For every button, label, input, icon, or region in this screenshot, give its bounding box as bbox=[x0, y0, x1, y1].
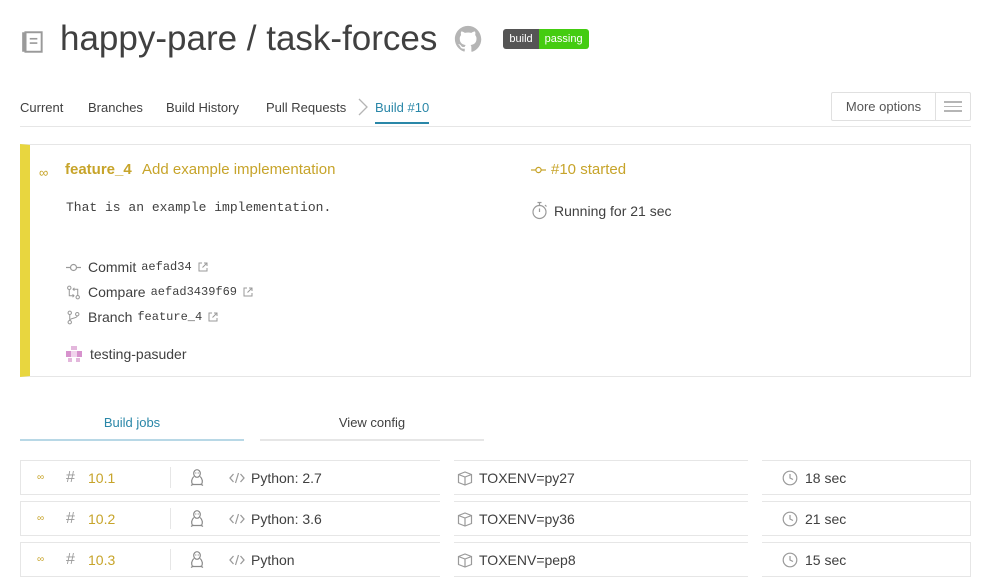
job-state-icon: ∞ bbox=[37, 472, 45, 483]
chevron-right-icon bbox=[358, 98, 368, 116]
compare-hash-link[interactable]: aefad3439f69 bbox=[151, 285, 237, 299]
build-status: #10 started bbox=[531, 161, 626, 178]
tab-build-jobs[interactable]: Build jobs bbox=[20, 408, 244, 441]
build-status-badge[interactable]: build passing bbox=[503, 29, 589, 49]
commit-hash-link[interactable]: aefad34 bbox=[141, 260, 191, 274]
job-env: TOXENV=py27 bbox=[479, 469, 575, 486]
job-state-icon: ∞ bbox=[37, 554, 45, 565]
job-duration: 21 sec bbox=[805, 510, 847, 527]
package-icon bbox=[457, 471, 473, 486]
job-number[interactable]: 10.1 bbox=[88, 461, 115, 494]
branch-icon bbox=[67, 310, 80, 324]
branch-row: Branch feature_4 bbox=[66, 309, 218, 325]
tab-pull-requests[interactable]: Pull Requests bbox=[266, 100, 346, 115]
commit-row: Commit aefad34 bbox=[66, 259, 208, 275]
job-number[interactable]: 10.3 bbox=[88, 543, 115, 576]
external-link-icon[interactable] bbox=[198, 262, 208, 272]
job-row[interactable]: ∞ # 10.3 Python TOXENV=pep8 15 sec bbox=[20, 542, 971, 577]
build-duration: Running for 21 sec bbox=[531, 201, 672, 220]
repo-tabs: Current Branches Build History Pull Requ… bbox=[20, 92, 971, 127]
job-env: TOXENV=py36 bbox=[479, 510, 575, 527]
job-language: Python: 3.6 bbox=[251, 510, 322, 527]
tab-build-history[interactable]: Build History bbox=[166, 100, 239, 115]
tab-build[interactable]: Build #10 bbox=[375, 100, 430, 124]
branch-link[interactable]: feature_4 bbox=[137, 310, 202, 324]
clock-icon bbox=[782, 511, 798, 527]
job-language: Python: 2.7 bbox=[251, 469, 322, 486]
github-icon[interactable] bbox=[453, 24, 483, 54]
commit-icon bbox=[531, 166, 546, 173]
tab-view-config[interactable]: View config bbox=[260, 408, 484, 441]
menu-icon[interactable] bbox=[936, 93, 970, 120]
job-row[interactable]: ∞ # 10.1 Python: 2.7 TOXENV=py27 18 sec bbox=[20, 460, 971, 495]
build-summary-card: ∞ feature_4 Add example implementation T… bbox=[20, 144, 971, 377]
external-link-icon[interactable] bbox=[243, 287, 253, 297]
code-icon bbox=[229, 472, 245, 484]
branch-name[interactable]: feature_4 bbox=[65, 161, 132, 178]
tab-branches[interactable]: Branches bbox=[88, 100, 143, 115]
badge-label: build bbox=[503, 29, 539, 49]
hash-icon: # bbox=[66, 468, 75, 486]
repo-title[interactable]: happy-pare / task-forces bbox=[60, 19, 437, 59]
build-duration-text: Running for 21 sec bbox=[554, 202, 672, 219]
badge-status: passing bbox=[538, 29, 589, 49]
tab-current[interactable]: Current bbox=[20, 100, 63, 115]
job-duration: 18 sec bbox=[805, 469, 847, 486]
repo-header: happy-pare / task-forces build passing bbox=[20, 14, 589, 64]
linux-icon bbox=[190, 510, 204, 528]
author: testing-pasuder bbox=[66, 346, 187, 362]
code-icon bbox=[229, 513, 245, 525]
job-language: Python bbox=[251, 551, 295, 568]
more-options-button[interactable]: More options bbox=[831, 92, 971, 121]
linux-icon bbox=[190, 469, 204, 487]
build-status-text[interactable]: #10 started bbox=[551, 161, 626, 178]
clock-icon bbox=[782, 470, 798, 486]
hash-icon: # bbox=[66, 509, 75, 527]
job-duration: 15 sec bbox=[805, 551, 847, 568]
avatar bbox=[66, 346, 82, 362]
job-row[interactable]: ∞ # 10.2 Python: 3.6 TOXENV=py36 21 sec bbox=[20, 501, 971, 536]
hash-icon: # bbox=[66, 550, 75, 568]
commit-message: That is an example implementation. bbox=[66, 200, 332, 215]
commit-label: Commit bbox=[88, 259, 137, 275]
job-env: TOXENV=pep8 bbox=[479, 551, 576, 568]
package-icon bbox=[457, 553, 473, 568]
author-name[interactable]: testing-pasuder bbox=[90, 346, 187, 362]
stopwatch-icon bbox=[532, 201, 547, 220]
job-number[interactable]: 10.2 bbox=[88, 502, 115, 535]
branch-label: Branch bbox=[88, 309, 133, 325]
external-link-icon[interactable] bbox=[208, 312, 218, 322]
code-icon bbox=[229, 554, 245, 566]
compare-row: Compare aefad3439f69 bbox=[66, 284, 253, 300]
more-options-label: More options bbox=[832, 93, 936, 120]
build-state-icon: ∞ bbox=[39, 165, 49, 180]
job-state-icon: ∞ bbox=[37, 513, 45, 524]
commit-icon bbox=[66, 263, 81, 271]
package-icon bbox=[457, 512, 473, 527]
linux-icon bbox=[190, 551, 204, 569]
repo-icon bbox=[22, 31, 43, 53]
commit-title: Add example implementation bbox=[142, 161, 336, 178]
compare-label: Compare bbox=[88, 284, 146, 300]
compare-icon bbox=[67, 285, 80, 299]
clock-icon bbox=[782, 552, 798, 568]
